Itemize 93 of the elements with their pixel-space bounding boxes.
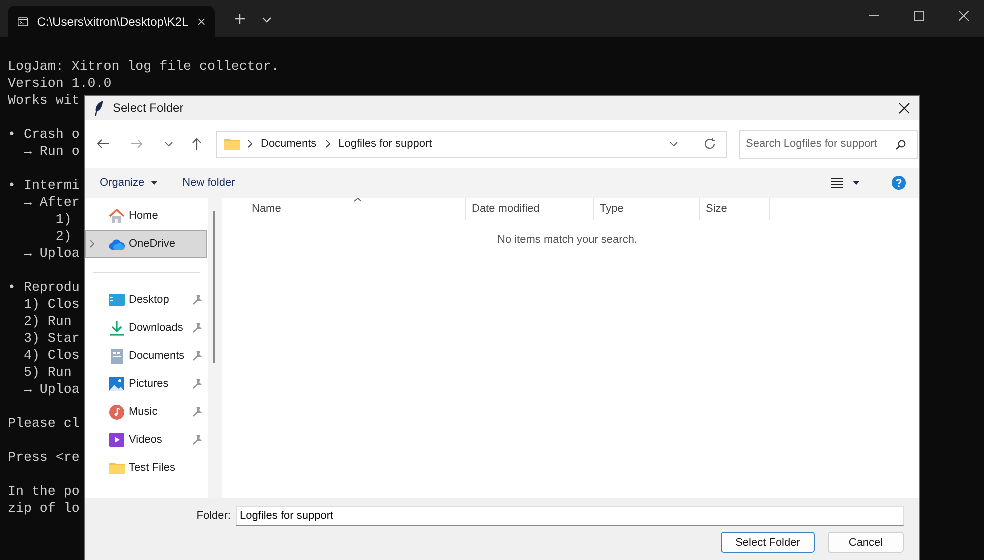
console-line: 1)	[54, 211, 72, 228]
dialog-title: Select Folder	[113, 101, 184, 115]
sidebar-label: Downloads	[129, 322, 184, 334]
up-arrow-icon[interactable]	[192, 138, 202, 150]
console-line: 2)	[54, 228, 72, 245]
desktop-icon	[109, 294, 125, 306]
console-line: • Crash o	[8, 126, 80, 143]
breadcrumb-item[interactable]: Documents	[261, 138, 317, 150]
search-icon	[896, 140, 906, 150]
cloud-icon	[109, 238, 125, 250]
pin-icon	[193, 407, 202, 417]
console-line: zip of lo	[8, 500, 80, 517]
sidebar-label: Desktop	[129, 294, 170, 306]
console-line: Please cl	[8, 415, 80, 432]
search-field[interactable]: Search Logfiles for support	[739, 130, 918, 158]
console-line: → Run o	[22, 143, 80, 160]
console-line: Press <re	[8, 449, 80, 466]
console-line: 3) Star	[22, 330, 80, 347]
pin-icon	[193, 323, 202, 333]
download-icon	[109, 320, 125, 336]
chevron-down-icon[interactable]	[670, 142, 678, 146]
select-folder-button[interactable]: Select Folder	[721, 532, 815, 553]
organize-button[interactable]: Organize	[100, 175, 158, 191]
breadcrumb-item[interactable]: Logfiles for support	[338, 138, 432, 150]
console-line: Works wit	[8, 92, 80, 109]
console-line: → After	[22, 194, 80, 211]
chevron-right-icon	[326, 140, 331, 148]
close-icon[interactable]	[959, 11, 969, 21]
terminal-icon	[18, 16, 28, 28]
sidebar-item[interactable]: Music	[85, 398, 207, 426]
sidebar-item[interactable]: OneDrive	[85, 230, 207, 258]
console-line: → Uploa	[22, 381, 80, 398]
list-view-icon[interactable]	[831, 178, 843, 188]
chevron-right-icon[interactable]	[90, 240, 95, 248]
chevron-right-icon	[248, 140, 253, 148]
field-label: Folder:	[196, 510, 231, 522]
close-icon[interactable]	[899, 102, 910, 114]
console-line: • Intermi	[8, 177, 80, 194]
sidebar-label: Home	[129, 210, 158, 222]
folder-field[interactable]: Logfiles for support	[236, 506, 904, 526]
console-line: 4) Clos	[22, 347, 80, 364]
console-line: Version 1.0.0	[8, 75, 112, 92]
refresh-icon[interactable]	[704, 138, 716, 150]
sidebar-item[interactable]: Documents	[85, 342, 207, 370]
caret-icon	[150, 181, 158, 185]
new-folder-button[interactable]: New folder	[182, 175, 236, 191]
sidebar-item[interactable]: Pictures	[85, 370, 207, 398]
console-line: • Reprodu	[8, 279, 80, 296]
folder-icon	[224, 138, 240, 150]
document-icon	[109, 348, 125, 364]
console-line: 2) Run	[22, 313, 72, 330]
sidebar-label: Pictures	[129, 378, 169, 390]
folder-icon	[109, 462, 125, 474]
caret-icon[interactable]	[853, 181, 860, 185]
address-bar[interactable]: Documents Logfiles for support	[216, 130, 727, 158]
console-line: 1) Clos	[22, 296, 80, 313]
sidebar-item[interactable]: Home	[85, 202, 207, 230]
sidebar-item[interactable]: Test Files	[85, 454, 207, 482]
pin-icon	[193, 379, 202, 389]
sidebar-label: Test Files	[129, 462, 176, 474]
pin-icon	[193, 351, 202, 361]
console-line: → Uploa	[22, 245, 80, 262]
sidebar-label: OneDrive	[129, 238, 176, 250]
sidebar-item[interactable]: Videos	[85, 426, 207, 454]
column-header[interactable]: Type	[600, 203, 624, 215]
console-line: In the po	[8, 483, 80, 500]
column-header[interactable]: Size	[706, 203, 728, 215]
column-header[interactable]: Name	[252, 203, 282, 215]
help-icon[interactable]	[892, 176, 906, 190]
video-icon	[109, 433, 125, 447]
back-arrow-icon[interactable]	[97, 139, 109, 149]
sort-caret-icon	[354, 198, 362, 202]
empty-message: No items match your search.	[496, 234, 638, 246]
home-icon	[109, 208, 125, 224]
console-line: LogJam: Xitron log file collector.	[8, 58, 280, 75]
terminal-tab[interactable]: C:\Users\xitron\Desktop\K2L	[8, 6, 215, 37]
sidebar-item[interactable]: Desktop	[85, 286, 207, 314]
feather-icon	[94, 100, 104, 116]
sidebar-label: Music	[129, 406, 158, 418]
chevron-down-icon[interactable]	[165, 142, 173, 146]
picture-icon	[109, 377, 125, 391]
music-icon	[109, 404, 125, 420]
cancel-button[interactable]: Cancel	[828, 532, 904, 553]
sidebar-label: Documents	[129, 350, 185, 362]
pin-icon	[193, 435, 202, 445]
pin-icon	[193, 295, 202, 305]
plus-icon[interactable]	[234, 13, 246, 25]
sidebar-label: Videos	[129, 434, 162, 446]
column-header[interactable]: Date modified	[472, 203, 540, 215]
maximize-icon[interactable]	[914, 11, 924, 21]
tab-title: C:\Users\xitron\Desktop\K2L	[37, 14, 189, 28]
sidebar-item[interactable]: Downloads	[85, 314, 207, 342]
console-line: 5) Run	[22, 364, 72, 381]
